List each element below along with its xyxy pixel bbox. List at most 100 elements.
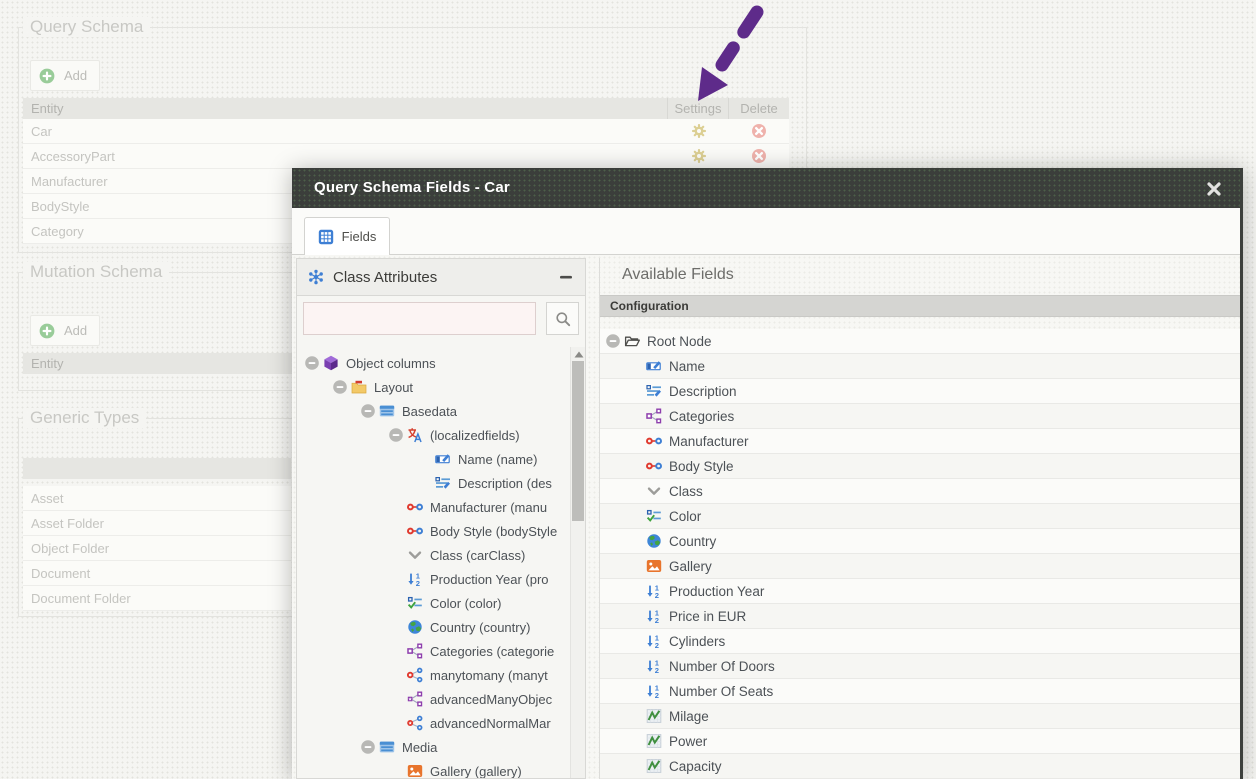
quantity-icon bbox=[646, 733, 662, 749]
scrollbar-thumb[interactable] bbox=[572, 361, 584, 521]
object-cube-icon bbox=[323, 355, 339, 371]
tree-item-color-color[interactable]: Color (color) bbox=[297, 591, 585, 615]
tree-item-country-country[interactable]: Country (country) bbox=[297, 615, 585, 639]
tree-item-label: Gallery (gallery) bbox=[430, 764, 522, 779]
select-icon bbox=[646, 483, 662, 499]
svg-text:2: 2 bbox=[416, 579, 420, 587]
search-button[interactable] bbox=[546, 302, 579, 335]
expander-spacer bbox=[413, 451, 435, 467]
numeric-icon: 12 bbox=[646, 683, 662, 699]
tree-item-label: Price in EUR bbox=[669, 609, 746, 624]
tree-item-label: Country (country) bbox=[430, 620, 530, 635]
numeric-icon: 12 bbox=[407, 571, 423, 587]
expander-spacer bbox=[624, 358, 646, 374]
collapse-icon[interactable] bbox=[385, 427, 407, 443]
numeric-icon: 12 bbox=[646, 608, 662, 624]
tree-item-capacity[interactable]: Capacity bbox=[600, 754, 1240, 779]
class-attributes-panel: Class Attributes Object columns LayoutBas… bbox=[296, 258, 586, 779]
tree-item-label: Color bbox=[669, 509, 701, 524]
expander-spacer bbox=[624, 383, 646, 399]
tree-item-number-of-seats[interactable]: 12Number Of Seats bbox=[600, 679, 1240, 704]
expander-spacer bbox=[385, 715, 407, 731]
dialog-header[interactable]: Query Schema Fields - Car bbox=[292, 168, 1240, 208]
collapse-icon[interactable] bbox=[357, 403, 379, 419]
tree-item-label: Manufacturer bbox=[669, 434, 749, 449]
tree-item-label: Capacity bbox=[669, 759, 722, 774]
tree-item-label: manytomany (manyt bbox=[430, 668, 548, 683]
generic-type-row-document-folder: Document Folder bbox=[23, 586, 291, 611]
expander-spacer bbox=[385, 523, 407, 539]
tree-item-label: Name (name) bbox=[458, 452, 537, 467]
collapse-icon[interactable] bbox=[301, 355, 323, 371]
available-fields-tree: Root NodeNameDescriptionCategories Manufa… bbox=[600, 329, 1240, 779]
tree-item-power[interactable]: Power bbox=[600, 729, 1240, 754]
tree-item-root-node[interactable]: Root Node bbox=[600, 329, 1240, 354]
tree-item-label: advancedNormalMar bbox=[430, 716, 551, 731]
tree-item-class-carclass[interactable]: Class (carClass) bbox=[297, 543, 585, 567]
tree-item-categories[interactable]: Categories bbox=[600, 404, 1240, 429]
collapse-icon[interactable] bbox=[357, 739, 379, 755]
tree-item-name-name[interactable]: Name (name) bbox=[297, 447, 585, 471]
tree-item-name[interactable]: Name bbox=[600, 354, 1240, 379]
tree-item-basedata[interactable]: Basedata bbox=[297, 399, 585, 423]
tree-item-price-in-eur[interactable]: 12 Price in EUR bbox=[600, 604, 1240, 629]
tree-item-manytomany-manyt[interactable]: manytomany (manyt bbox=[297, 663, 585, 687]
select-icon bbox=[407, 547, 423, 563]
generic-types-panel: Generic Types AssetAsset FolderObject Fo… bbox=[18, 418, 296, 617]
tree-item-manufacturer[interactable]: Manufacturer bbox=[600, 429, 1240, 454]
tree-item-production-year[interactable]: 12Production Year bbox=[600, 579, 1240, 604]
svg-text:2: 2 bbox=[655, 616, 659, 624]
tree-item-layout[interactable]: Layout bbox=[297, 375, 585, 399]
cluster-icon bbox=[308, 269, 324, 285]
gear-icon bbox=[691, 123, 707, 139]
tree-item-description-des[interactable]: Description (des bbox=[297, 471, 585, 495]
generic-type-row-asset-folder: Asset Folder bbox=[23, 511, 291, 536]
tree-item-country[interactable]: Country bbox=[600, 529, 1240, 554]
tree-item-cylinders[interactable]: 12Cylinders bbox=[600, 629, 1240, 654]
available-fields-panel: Available Fields Configuration Root Node… bbox=[599, 258, 1240, 779]
tree-item-number-of-doors[interactable]: 12Number Of Doors bbox=[600, 654, 1240, 679]
tree-item-advancednormalmar[interactable]: advancedNormalMar bbox=[297, 711, 585, 735]
generic-type-row-asset: Asset bbox=[23, 486, 291, 511]
svg-text:2: 2 bbox=[655, 691, 659, 699]
delete-x-icon bbox=[751, 123, 767, 139]
tree-item-description[interactable]: Description bbox=[600, 379, 1240, 404]
tree-scrollbar[interactable] bbox=[570, 347, 585, 778]
tree-item-categories-categorie[interactable]: Categories (categorie bbox=[297, 639, 585, 663]
tree-item-class[interactable]: Class bbox=[600, 479, 1240, 504]
close-icon[interactable] bbox=[1206, 181, 1222, 197]
panel-icon bbox=[379, 403, 395, 419]
query-schema-row-car: Car bbox=[23, 119, 789, 144]
relation-many-object-icon bbox=[407, 643, 423, 659]
relation-many-icon bbox=[407, 667, 423, 683]
tree-item-label: Object columns bbox=[346, 356, 436, 371]
expander-spacer bbox=[624, 558, 646, 574]
delete-cell bbox=[729, 123, 789, 139]
tree-item-advancedmanyobjec[interactable]: advancedManyObjec bbox=[297, 687, 585, 711]
collapse-icon[interactable] bbox=[329, 379, 351, 395]
collapse-panel-icon[interactable] bbox=[558, 269, 574, 285]
tree-item-body-style[interactable]: Body Style bbox=[600, 454, 1240, 479]
tree-item-gallery-gallery[interactable]: Gallery (gallery) bbox=[297, 759, 585, 778]
tree-item-media[interactable]: Media bbox=[297, 735, 585, 759]
tree-item-object-columns[interactable]: Object columns bbox=[297, 351, 585, 375]
tree-item-label: Body Style bbox=[669, 459, 734, 474]
tab-fields[interactable]: Fields bbox=[304, 217, 390, 255]
attribute-search-input[interactable] bbox=[303, 302, 536, 335]
tree-item-body-style-bodystyle[interactable]: Body Style (bodyStyle bbox=[297, 519, 585, 543]
tree-item-color[interactable]: Color bbox=[600, 504, 1240, 529]
expander-spacer bbox=[624, 583, 646, 599]
class-attributes-header: Class Attributes bbox=[297, 259, 585, 296]
tree-item-localizedfields[interactable]: (localizedfields) bbox=[297, 423, 585, 447]
svg-text:2: 2 bbox=[655, 641, 659, 649]
collapse-icon[interactable] bbox=[602, 333, 624, 349]
tree-item-production-year-pro[interactable]: 12Production Year (pro bbox=[297, 567, 585, 591]
scroll-up-icon[interactable] bbox=[571, 347, 586, 362]
tree-item-milage[interactable]: Milage bbox=[600, 704, 1240, 729]
expander-spacer bbox=[385, 499, 407, 515]
expander-spacer bbox=[385, 619, 407, 635]
tree-item-gallery[interactable]: Gallery bbox=[600, 554, 1240, 579]
tree-item-manufacturer-manu[interactable]: Manufacturer (manu bbox=[297, 495, 585, 519]
expander-spacer bbox=[624, 708, 646, 724]
country-icon bbox=[646, 533, 662, 549]
